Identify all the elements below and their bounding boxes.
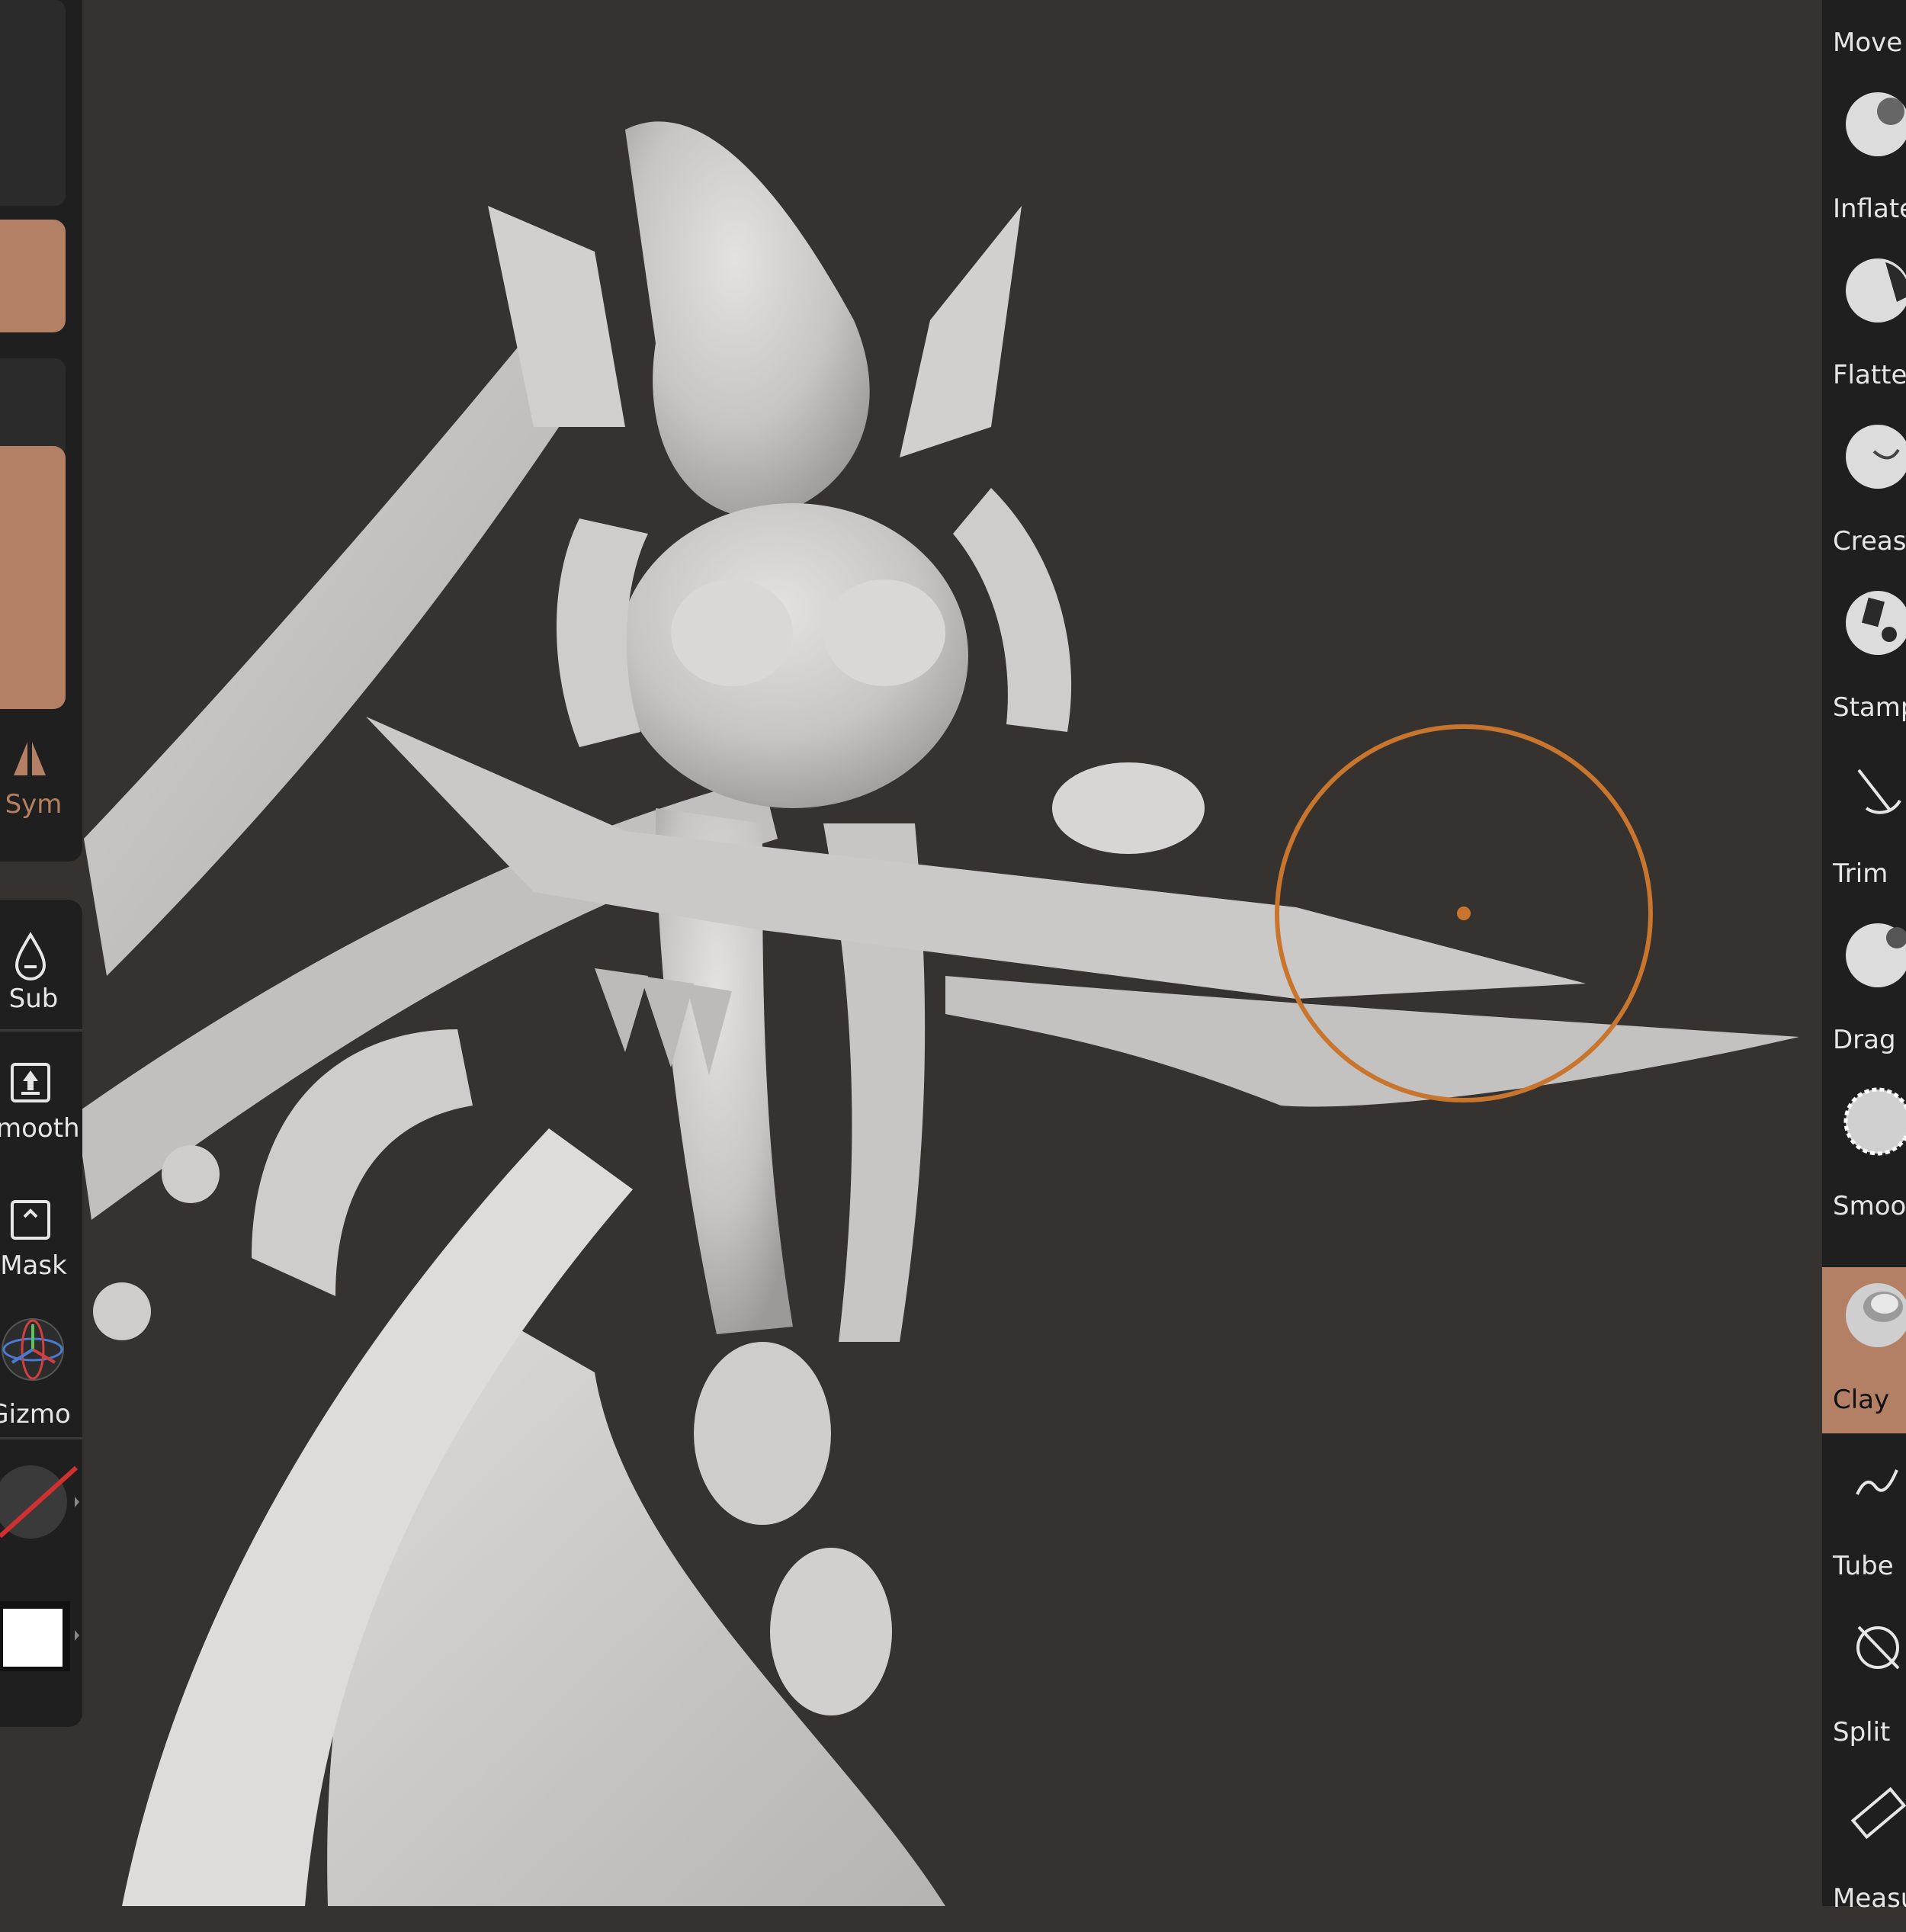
material-picker-button[interactable] xyxy=(0,1452,82,1552)
drag-sphere-icon xyxy=(1846,923,1906,987)
ruler-icon xyxy=(1850,1786,1906,1840)
tool-crease[interactable]: Crease xyxy=(1822,409,1906,575)
tool-measure[interactable]: Measure xyxy=(1822,1766,1906,1932)
tool-smooth[interactable]: Smooth xyxy=(1822,1074,1906,1240)
smooth-label: Smooth xyxy=(0,1113,80,1144)
tool-drag[interactable]: Drag xyxy=(1822,907,1906,1074)
tool-label: Split xyxy=(1833,1717,1891,1747)
mask-icon xyxy=(0,1189,82,1250)
gizmo-icon xyxy=(0,1315,82,1399)
tool-label: Move xyxy=(1833,27,1903,58)
gizmo-button[interactable]: Gizmo xyxy=(0,1315,82,1430)
symmetry-icon xyxy=(0,728,82,789)
symmetry-label: Sym xyxy=(5,789,63,820)
tool-inflate[interactable]: Inflate xyxy=(1822,76,1906,242)
tube-curve-icon xyxy=(1856,1469,1898,1495)
left-toolbar-top: Sym xyxy=(0,0,82,862)
tool-stamp[interactable]: Stamp xyxy=(1822,575,1906,741)
sculpted-model xyxy=(76,121,1799,1906)
smooth-arrow-icon xyxy=(0,1052,82,1113)
inflate-sphere-icon xyxy=(1846,92,1906,156)
smooth-button[interactable]: Smooth xyxy=(0,1052,82,1144)
toolbar-top-slot xyxy=(0,0,66,206)
brush-intensity-slider[interactable] xyxy=(0,446,66,709)
tool-clay[interactable]: Clay xyxy=(1822,1267,1906,1433)
material-sphere-icon xyxy=(0,1465,79,1539)
symmetry-button[interactable]: Sym xyxy=(0,728,82,820)
color-picker-button[interactable] xyxy=(0,1593,82,1677)
gizmo-label: Gizmo xyxy=(0,1399,71,1430)
flatten-sphere-icon xyxy=(1846,258,1906,323)
sub-label: Sub xyxy=(8,984,59,1014)
tool-label: Clay xyxy=(1833,1385,1890,1415)
brush-radius-slider[interactable] xyxy=(0,220,66,332)
sculpt-viewport[interactable] xyxy=(0,0,1906,1906)
tool-label: Inflate xyxy=(1833,194,1906,224)
color-swatch-icon xyxy=(0,1601,79,1671)
trim-icon xyxy=(1857,769,1901,814)
stamp-sphere-icon xyxy=(1846,591,1906,655)
tool-label: Flatten xyxy=(1833,360,1906,390)
tool-split[interactable]: Split xyxy=(1822,1600,1906,1766)
split-icon xyxy=(1856,1626,1900,1670)
tool-label: Tube xyxy=(1833,1551,1894,1581)
crease-sphere-icon xyxy=(1846,425,1906,489)
tool-tube[interactable]: Tube xyxy=(1822,1433,1906,1600)
mask-button[interactable]: Mask xyxy=(0,1189,82,1281)
droplet-icon xyxy=(0,923,82,984)
tool-label: Crease xyxy=(1833,526,1906,557)
tool-label: Measure xyxy=(1833,1883,1906,1914)
left-toolbar-bottom: Sub Smooth Mask Gizmo xyxy=(0,900,82,1727)
tool-flatten[interactable]: Flatten xyxy=(1822,242,1906,409)
tool-label: Drag xyxy=(1833,1025,1896,1055)
tool-label: Stamp xyxy=(1833,692,1906,723)
tool-trim[interactable]: Trim xyxy=(1822,741,1906,907)
tool-label: Trim xyxy=(1833,858,1888,889)
sub-button[interactable]: Sub xyxy=(0,923,82,1014)
divider xyxy=(0,1437,82,1439)
divider xyxy=(0,1029,82,1032)
clay-sphere-icon xyxy=(1846,1283,1906,1347)
smooth-sphere-icon xyxy=(1843,1087,1906,1156)
mask-label: Mask xyxy=(0,1250,67,1281)
tool-move[interactable]: Move xyxy=(1822,0,1906,76)
tool-label: Smooth xyxy=(1833,1191,1906,1221)
slider-track xyxy=(0,358,66,457)
